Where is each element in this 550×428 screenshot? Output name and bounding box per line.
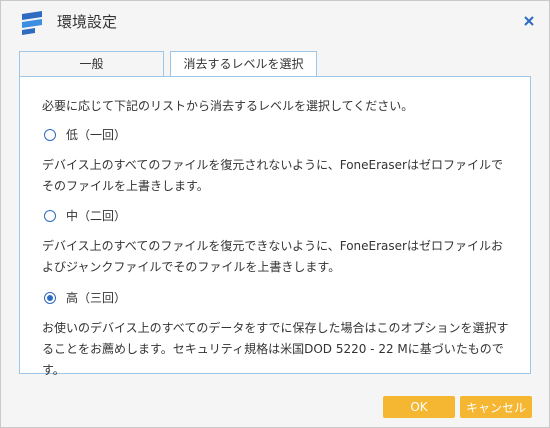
radio-medium[interactable] (44, 210, 56, 222)
ok-button[interactable]: OK (383, 396, 455, 418)
tab-erase-level[interactable]: 消去するレベルを選択 (170, 51, 317, 78)
window-title: 環境設定 (57, 13, 118, 31)
option-low-label: 低（一回） (66, 128, 127, 142)
radio-low[interactable] (44, 129, 56, 141)
erase-level-panel: 必要に応じて下記のリストから消去するレベルを選択してください。 低（一回） デバ… (19, 76, 531, 377)
option-low-description: デバイス上のすべてのファイルを復元されないように、FoneEraserはゼロファ… (42, 158, 503, 193)
radio-high[interactable] (44, 292, 56, 304)
cancel-button[interactable]: キャンセル (460, 396, 532, 418)
option-medium-label: 中（二回） (66, 209, 127, 223)
close-icon[interactable] (521, 13, 537, 29)
tab-general[interactable]: 一般 (19, 51, 164, 77)
title-bar: 環境設定 (1, 1, 549, 43)
app-logo-icon (22, 11, 42, 35)
instruction-text: 必要に応じて下記のリストから消去するレベルを選択してください。 (42, 99, 414, 113)
option-high-label: 高（三回） (66, 291, 127, 305)
settings-dialog: 環境設定 一般 消去するレベルを選択 必要に応じて下記のリストから消去するレベル… (0, 0, 550, 428)
option-medium-description: デバイス上のすべてのファイルを復元できないように、FoneEraserはゼロファ… (42, 239, 503, 274)
option-high-description: お使いのデバイス上のすべてのデータをすでに保存した場合はこのオプションを選択する… (42, 321, 509, 377)
